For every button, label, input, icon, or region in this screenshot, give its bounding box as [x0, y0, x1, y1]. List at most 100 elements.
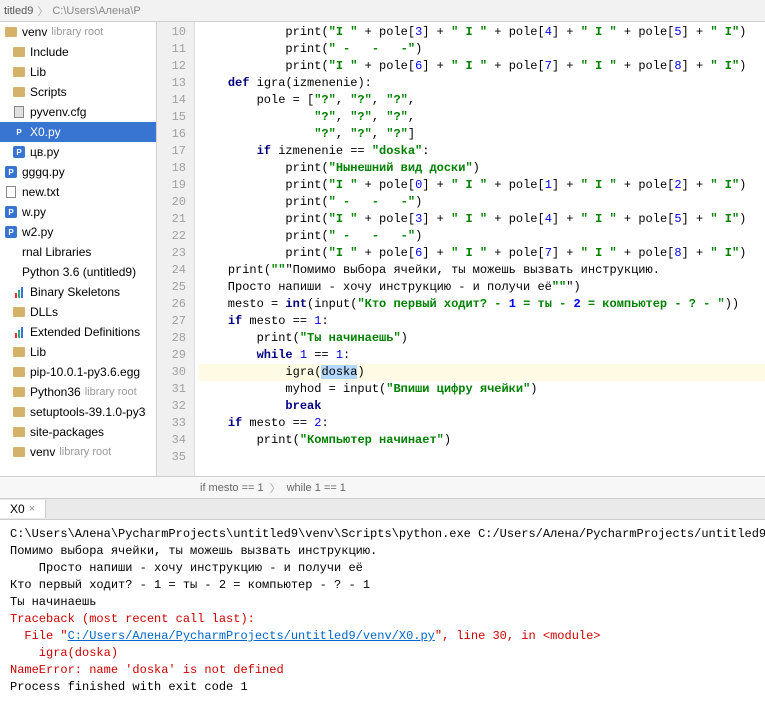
py-icon: P	[4, 205, 18, 219]
code-line[interactable]: if izmenenie == "doska":	[199, 143, 765, 160]
tree-item-suffix: library root	[85, 386, 137, 398]
tree-item-label: Binary Skeletons	[30, 285, 120, 299]
breadcrumb-bar: titled9 〉 C:\Users\Алена\P	[0, 0, 765, 22]
console-line: C:\Users\Алена\PycharmProjects\untitled9…	[10, 526, 755, 543]
code-line[interactable]: print("""Помимо выбора ячейки, ты можешь…	[199, 262, 765, 279]
tree-item-label: Python 3.6 (untitled9)	[22, 265, 136, 279]
tree-item[interactable]: new.txt	[0, 182, 156, 202]
code-line[interactable]: break	[199, 398, 765, 415]
code-line[interactable]: print("I " + pole[3] + " I " + pole[4] +…	[199, 211, 765, 228]
project-name: titled9	[4, 5, 33, 17]
py-icon: P	[12, 145, 26, 159]
tree-item[interactable]: Include	[0, 42, 156, 62]
tree-item-suffix: library root	[59, 446, 111, 458]
code-line[interactable]: if mesto == 2:	[199, 415, 765, 432]
editor[interactable]: 1011121314151617181920212223242526272829…	[157, 22, 765, 476]
breadcrumb-a[interactable]: if mesto == 1	[200, 482, 264, 494]
code-line[interactable]: mesto = int(input("Кто первый ходит? - 1…	[199, 296, 765, 313]
tree-item[interactable]: pip-10.0.1-py3.6.egg	[0, 362, 156, 382]
tree-item[interactable]: Pgggq.py	[0, 162, 156, 182]
tree-item-label: Extended Definitions	[30, 325, 140, 339]
code-line[interactable]: print("I " + pole[6] + " I " + pole[7] +…	[199, 245, 765, 262]
code-area[interactable]: print("I " + pole[3] + " I " + pole[4] +…	[195, 22, 765, 476]
console-output[interactable]: C:\Users\Алена\PycharmProjects\untitled9…	[0, 520, 765, 703]
folder-icon	[12, 405, 26, 419]
code-line[interactable]: "?", "?", "?",	[199, 109, 765, 126]
console-line: Помимо выбора ячейки, ты можешь вызвать …	[10, 543, 755, 560]
folder-icon	[12, 45, 26, 59]
tree-item-label: w2.py	[22, 225, 53, 239]
close-icon[interactable]: ×	[29, 503, 35, 515]
folder-icon	[4, 25, 18, 39]
tree-item[interactable]: Scripts	[0, 82, 156, 102]
folder-icon	[12, 305, 26, 319]
file-icon	[4, 185, 18, 199]
code-line[interactable]: if mesto == 1:	[199, 313, 765, 330]
tree-item-label: venv	[30, 445, 55, 459]
code-line[interactable]: def igra(izmenenie):	[199, 75, 765, 92]
folder-icon	[12, 425, 26, 439]
code-line[interactable]: while 1 == 1:	[199, 347, 765, 364]
console-line: Просто напиши - хочу инструкцию - и полу…	[10, 560, 755, 577]
cfg-icon	[12, 105, 26, 119]
tree-item[interactable]: PX0.py	[0, 122, 156, 142]
tree-item[interactable]: Lib	[0, 62, 156, 82]
tree-item[interactable]: Pw.py	[0, 202, 156, 222]
tree-item[interactable]: pyvenv.cfg	[0, 102, 156, 122]
tree-item-label: setuptools-39.1.0-py3	[30, 405, 145, 419]
code-line[interactable]: igra(doska)	[199, 364, 765, 381]
run-tab[interactable]: X0 ×	[0, 500, 46, 518]
project-path: C:\Users\Алена\P	[52, 5, 140, 17]
code-line[interactable]: print(" - - -")	[199, 194, 765, 211]
code-line[interactable]: print("Ты начинаешь")	[199, 330, 765, 347]
tree-item[interactable]: venv library root	[0, 442, 156, 462]
console-line: igra(doska)	[10, 645, 755, 662]
tree-item[interactable]: Python 3.6 (untitled9)	[0, 262, 156, 282]
tree-item[interactable]: Lib	[0, 342, 156, 362]
console-line: NameError: name 'doska' is not defined	[10, 662, 755, 679]
folder-icon	[12, 85, 26, 99]
tree-item[interactable]: venv library root	[0, 22, 156, 42]
code-line[interactable]: print("I " + pole[3] + " I " + pole[4] +…	[199, 24, 765, 41]
code-line[interactable]: print(" - - -")	[199, 228, 765, 245]
tree-item-suffix: library root	[51, 26, 103, 38]
console-line: Ты начинаешь	[10, 594, 755, 611]
tree-item[interactable]: Pw2.py	[0, 222, 156, 242]
tree-item-label: site-packages	[30, 425, 104, 439]
code-line[interactable]: print(" - - -")	[199, 41, 765, 58]
run-tool-window-tabs[interactable]: X0 ×	[0, 498, 765, 520]
tree-item[interactable]: setuptools-39.1.0-py3	[0, 402, 156, 422]
tree-item[interactable]: Python36library root	[0, 382, 156, 402]
code-line[interactable]: print("I " + pole[0] + " I " + pole[1] +…	[199, 177, 765, 194]
code-line[interactable]: print("Компьютер начинает")	[199, 432, 765, 449]
tree-item-label: Include	[30, 45, 69, 59]
tree-item[interactable]: site-packages	[0, 422, 156, 442]
py-icon: P	[12, 125, 26, 139]
none-icon	[4, 265, 18, 279]
traceback-link[interactable]: C:/Users/Алена/PycharmProjects/untitled9…	[68, 629, 435, 643]
tree-item-label: w.py	[22, 205, 46, 219]
chevron-right-icon: 〉	[270, 480, 281, 496]
code-line[interactable]: "?", "?", "?"]	[199, 126, 765, 143]
tree-item-label: Lib	[30, 345, 46, 359]
tree-item[interactable]: DLLs	[0, 302, 156, 322]
code-line[interactable]: Просто напиши - хочу инструкцию - и полу…	[199, 279, 765, 296]
tree-item-label: rnal Libraries	[22, 245, 91, 259]
code-breadcrumb[interactable]: if mesto == 1 〉 while 1 == 1	[0, 476, 765, 498]
tree-item-label: pip-10.0.1-py3.6.egg	[30, 365, 140, 379]
breadcrumb-b[interactable]: while 1 == 1	[287, 482, 346, 494]
tree-item-label: venv	[22, 25, 47, 39]
tree-item[interactable]: Pцв.py	[0, 142, 156, 162]
tree-item[interactable]: rnal Libraries	[0, 242, 156, 262]
console-line: Кто первый ходит? - 1 = ты - 2 = компьют…	[10, 577, 755, 594]
folder-icon	[12, 365, 26, 379]
code-line[interactable]	[199, 449, 765, 466]
code-line[interactable]: print("I " + pole[6] + " I " + pole[7] +…	[199, 58, 765, 75]
code-line[interactable]: pole = ["?", "?", "?",	[199, 92, 765, 109]
tree-item[interactable]: Extended Definitions	[0, 322, 156, 342]
bars-icon	[12, 285, 26, 299]
code-line[interactable]: print("Нынешний вид доски")	[199, 160, 765, 177]
code-line[interactable]: myhod = input("Впиши цифру ячейки")	[199, 381, 765, 398]
project-tree[interactable]: venvlibrary rootIncludeLibScriptspyvenv.…	[0, 22, 157, 476]
tree-item[interactable]: Binary Skeletons	[0, 282, 156, 302]
